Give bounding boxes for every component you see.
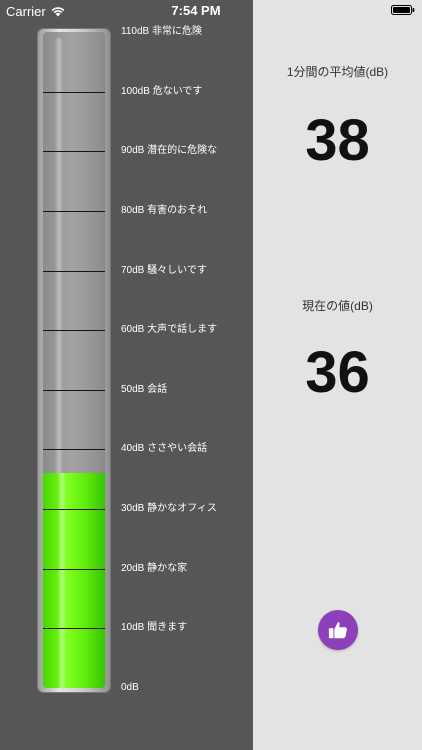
meter-tick-50 [43,390,105,391]
scale-label-60: 60dB 大声で話します [121,324,218,335]
thumbs-up-icon [328,622,347,639]
scale-label-110: 110dB 非常に危険 [121,26,202,37]
meter-tick-30 [43,509,105,510]
scale-label-50: 50dB 会話 [121,384,168,395]
scale-label-30: 30dB 静かなオフィス [121,503,217,514]
scale-label-20: 20dB 静かな家 [121,563,188,574]
meter-tick-90 [43,151,105,152]
sound-meter-tube [43,32,105,688]
meter-tick-70 [43,271,105,272]
status-bar-time: 7:54 PM [171,3,221,18]
scale-label-100: 100dB 危ないです [121,86,203,97]
scale-label-70: 70dB 騒々しいです [121,265,207,276]
meter-level-fill [43,473,105,688]
current-value: 36 [305,340,370,405]
average-value: 38 [305,108,370,173]
meter-tick-20 [43,569,105,570]
scale-label-90: 90dB 潜在的に危険な [121,145,218,156]
scale-label-80: 80dB 有害のおそれ [121,205,208,216]
meter-tick-60 [43,330,105,331]
battery-icon [391,5,415,15]
meter-tick-100 [43,92,105,93]
meter-tick-10 [43,628,105,629]
scale-label-0: 0dB [121,682,139,693]
average-label: 1分間の平均値(dB) [286,65,389,79]
current-label: 現在の値(dB) [302,299,373,313]
scale-label-10: 10dB 聞きます [121,622,188,633]
meter-tick-80 [43,211,105,212]
scale-label-40: 40dB ささやい会話 [121,443,208,454]
meter-tick-40 [43,449,105,450]
like-button[interactable] [318,610,358,650]
